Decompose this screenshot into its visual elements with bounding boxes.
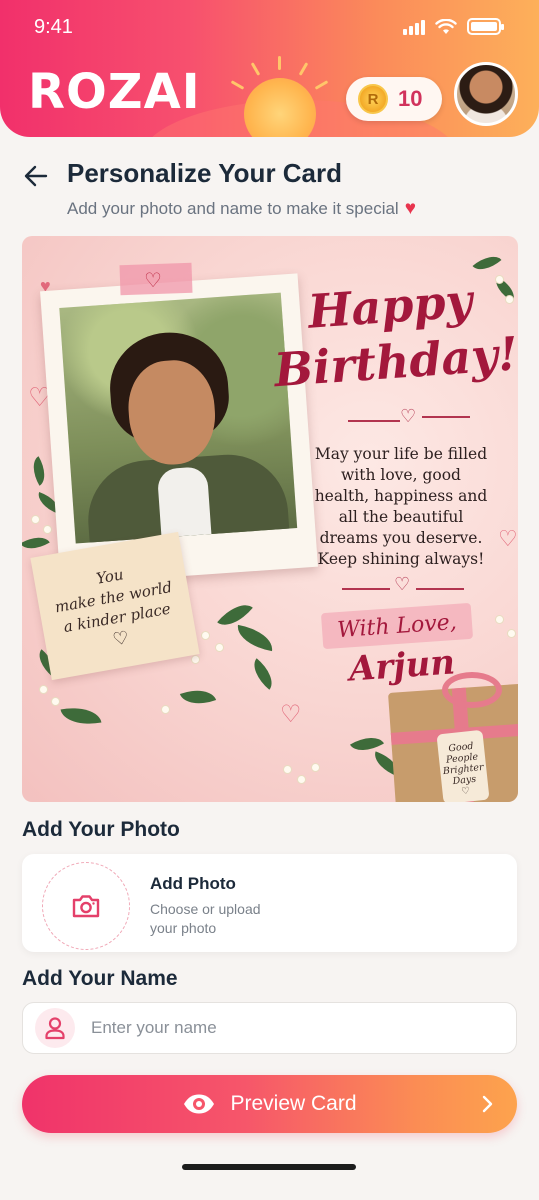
flower-decoration [216,644,223,651]
flower-decoration [508,630,515,637]
sun-ray [298,62,309,76]
home-indicator[interactable] [182,1164,356,1170]
chevron-right-icon [482,1095,493,1113]
avatar[interactable] [454,62,518,126]
photo-person-shirt [156,466,213,544]
camera-icon [72,895,100,918]
user-icon [45,1017,65,1040]
preview-card-label: Preview Card [230,1092,357,1115]
leaf-decoration [234,624,276,652]
add-name-label: Add Your Name [22,967,178,990]
heart-icon: ♡ [144,270,162,292]
sun-icon [244,78,316,137]
user-icon-badge [35,1008,75,1048]
flower-decoration [284,766,291,773]
flower-decoration [32,516,39,523]
subtitle-text: Add your photo and name to make it speci… [67,199,399,218]
flower-decoration [162,706,169,713]
page-title: Personalize Your Card [67,158,343,188]
flower-decoration [44,526,51,533]
user-photo [59,292,298,544]
card-message: May your life be filled with love, good … [314,445,488,568]
coin-icon: R [358,84,388,114]
birthday-card-preview: ♥ ♡ ♥ ♡ ♡ ♡ You make the [22,236,518,802]
name-input[interactable] [91,1018,491,1038]
page-subtitle: Add your photo and name to make it speci… [67,198,416,220]
sun-ray [314,80,329,90]
app-logo[interactable]: ROZAI [28,64,201,120]
heart-icon: ♡ [280,701,302,728]
divider-line [348,420,400,422]
sticky-note: You make the world a kinder place ♡ [30,531,200,681]
divider-line [342,588,390,590]
battery-icon [467,18,504,35]
camera-upload-button[interactable] [42,862,130,950]
flower-decoration [312,764,319,771]
coin-balance[interactable]: R 10 [346,77,442,121]
eye-icon [184,1094,215,1114]
leaf-decoration [60,702,102,730]
status-time: 9:41 [34,16,73,38]
sun-ray [230,80,245,90]
gift-bow [442,672,502,708]
heart-icon: ♡ [460,785,471,798]
wifi-icon [435,18,457,34]
leaf-decoration [246,658,280,690]
back-arrow-icon[interactable] [22,162,50,190]
flower-decoration [192,656,199,663]
flower-decoration [52,698,59,705]
heart-icon: ♥ [404,198,416,219]
leaf-decoration [22,530,50,556]
flower-decoration [298,776,305,783]
app-header: 9:41 ROZAI R 10 [0,0,539,137]
sun-ray [250,62,261,76]
coin-count: 10 [398,86,423,111]
preview-card-button[interactable]: Preview Card [22,1075,517,1133]
add-photo-description: Choose or upload your photo [150,901,261,936]
note-line: You [94,565,125,588]
signal-icon [403,19,425,35]
note-text: You make the world a kinder place ♡ [44,555,187,660]
heart-icon: ♡ [394,574,411,594]
flower-decoration [40,686,47,693]
add-photo-title: Add Photo [150,874,236,893]
flower-decoration [202,632,209,639]
leaf-decoration [179,683,217,711]
divider-line [416,588,464,590]
sun-ray [278,56,281,70]
heart-icon: ♡ [400,406,417,426]
heart-icon: ♡ [498,526,518,551]
status-icons [403,18,504,35]
gift-tag: Good People Brighter Days ♡ [436,729,490,802]
divider-line [422,416,470,418]
card-heading-line1: Happy [306,273,474,339]
add-photo-label: Add Your Photo [22,818,180,841]
leaf-decoration [26,456,52,486]
card-heading: Happy Birthday! [268,270,518,398]
add-photo-card[interactable]: Add Photo Choose or upload your photo [22,854,517,952]
name-field[interactable] [22,1002,517,1054]
flower-decoration [496,616,503,623]
